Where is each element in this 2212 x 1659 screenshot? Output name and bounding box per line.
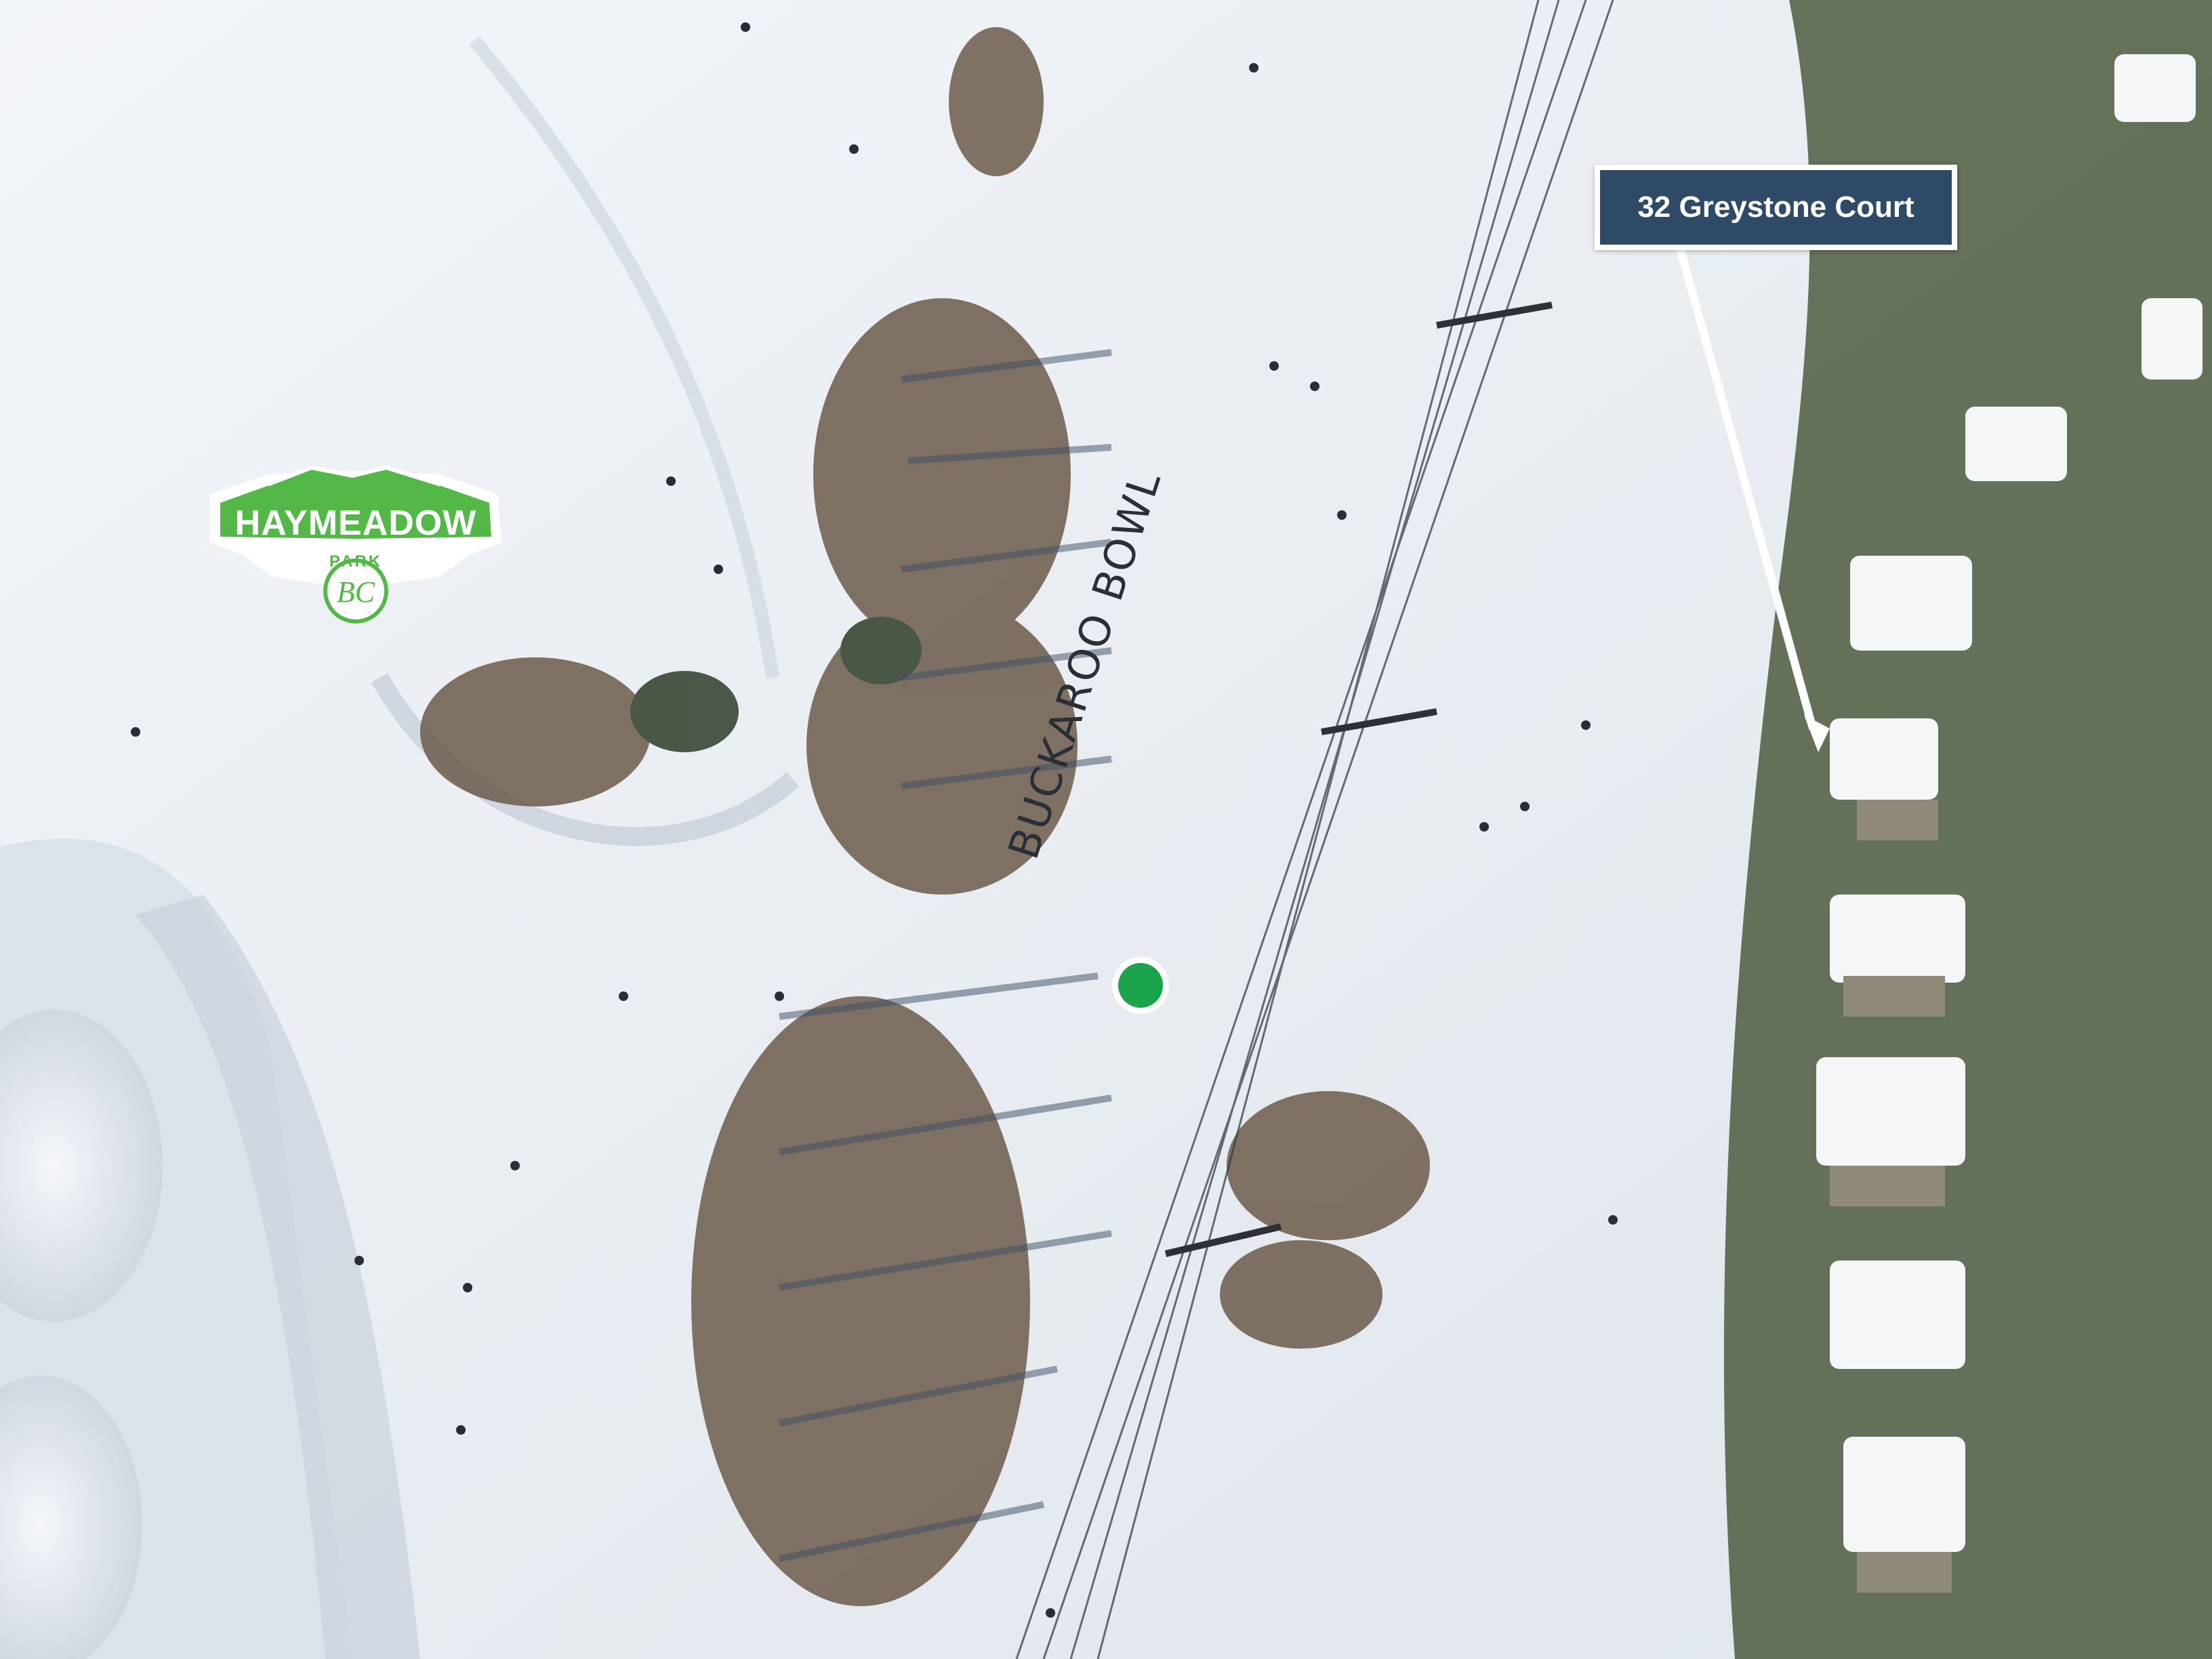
logo-subtitle: PARK [329, 552, 383, 571]
location-marker-dot[interactable] [1118, 963, 1163, 1008]
address-callout-text: 32 Greystone Court [1637, 190, 1914, 224]
logo-title: HAYMEADOW [234, 504, 477, 543]
haymeadow-park-logo: HAYMEADOW PARK [203, 468, 508, 623]
address-callout[interactable]: 32 Greystone Court [1595, 165, 1957, 250]
